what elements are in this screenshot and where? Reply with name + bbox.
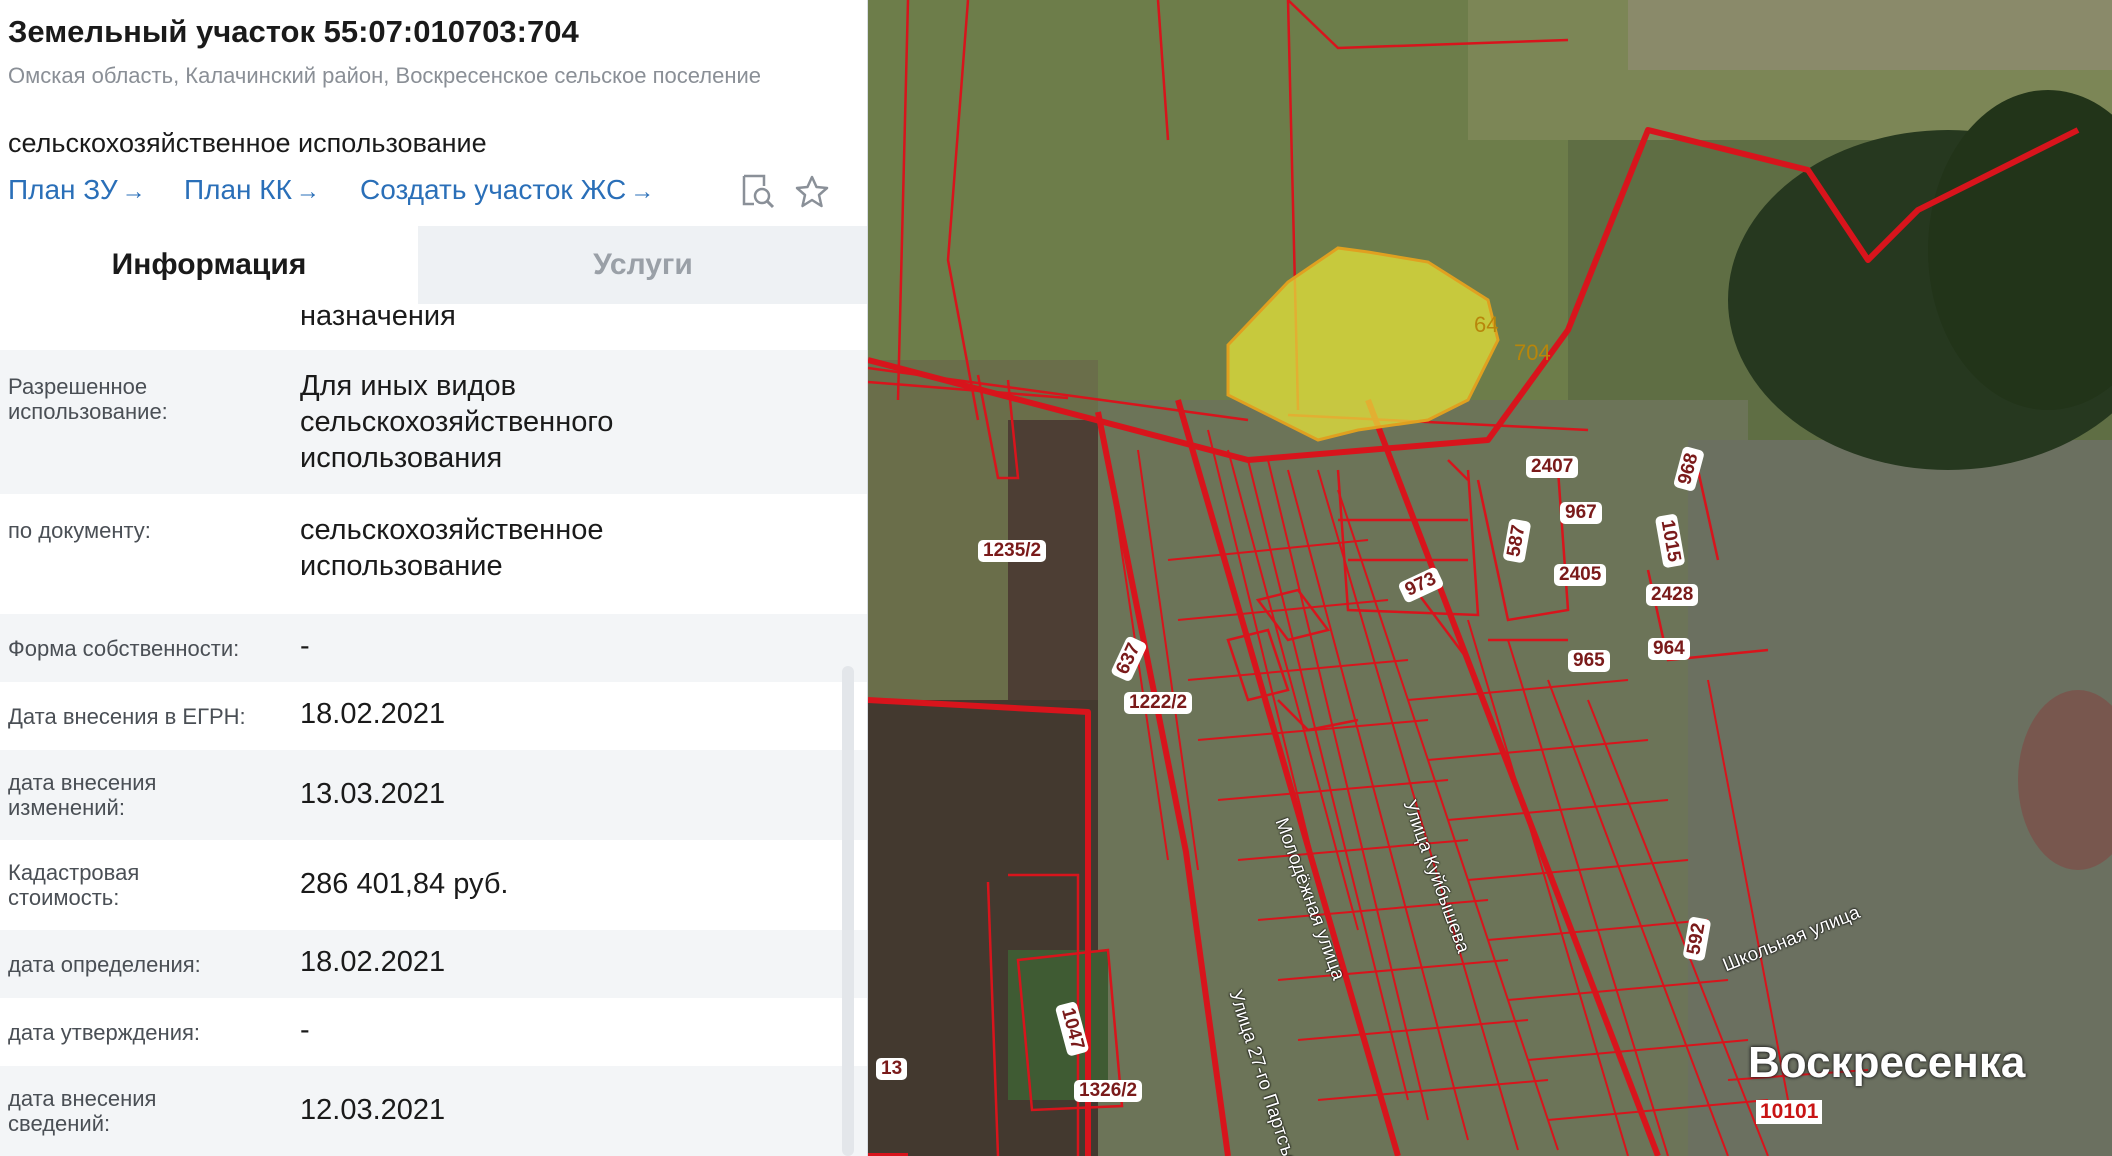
by-document-value: сельскохозяйственное использование — [300, 514, 604, 582]
purpose-value-tail: назначения — [300, 304, 456, 332]
list-item: Дата внесения в ЕГРН: 18.02.2021 — [0, 682, 867, 750]
cadastral-map[interactable]: 64 704 2407 968 967 587 1015 2405 2428 9… — [868, 0, 2112, 1156]
list-item: дата утверждения: - — [0, 998, 867, 1066]
changes-date-label: дата внесения изменений: — [8, 770, 157, 820]
map-label-64: 64 — [1474, 312, 1499, 337]
map-label-1235-2: 1235/2 — [978, 540, 1047, 562]
egrn-date-value: 18.02.2021 — [300, 698, 446, 730]
permitted-use-label: Разрешенное использование: — [8, 374, 168, 424]
arrow-right-icon: → — [630, 178, 655, 205]
list-item: дата внесения изменений: 13.03.2021 — [0, 750, 867, 840]
list-item: дата определения: 18.02.2021 — [0, 930, 867, 998]
map-label-2428: 2428 — [1646, 584, 1699, 606]
arrow-right-icon: → — [295, 178, 320, 205]
map-label-964: 964 — [1648, 638, 1690, 660]
tab-info[interactable]: Информация — [0, 226, 418, 304]
cadastral-cost-label: Кадастровая стоимость: — [8, 860, 140, 910]
ownership-label: Форма собственности: — [8, 636, 240, 661]
map-label-967: 967 — [1560, 502, 1602, 524]
info-date-label: дата внесения сведений: — [8, 1086, 157, 1136]
list-item: Разрешенное использование: Для иных видо… — [0, 350, 867, 494]
map-label-1222-2: 1222/2 — [1124, 692, 1193, 714]
info-panel: Земельный участок 55:07:010703:704 Омска… — [0, 0, 868, 1156]
parcel-title: Земельный участок 55:07:010703:704 — [8, 14, 579, 49]
map-label-2407: 2407 — [1526, 456, 1579, 478]
create-plot-link[interactable]: Создать участок ЖС → — [360, 174, 654, 206]
list-item: дата внесения сведений: 12.03.2021 — [0, 1066, 867, 1156]
approval-date-label: дата утверждения: — [8, 1020, 201, 1045]
star-icon[interactable] — [792, 172, 832, 212]
search-document-icon[interactable] — [738, 172, 778, 212]
scrollbar[interactable] — [842, 666, 854, 1156]
approval-date-value: - — [300, 1014, 310, 1046]
changes-date-value: 13.03.2021 — [300, 778, 446, 810]
by-document-label: по документу: — [8, 518, 151, 543]
info-date-value: 12.03.2021 — [300, 1094, 446, 1126]
cadastral-cost-value: 286 401,84 руб. — [300, 868, 509, 900]
map-label-965: 965 — [1568, 650, 1610, 672]
parcel-category: сельскохозяйственное использование — [8, 128, 487, 158]
list-item: назначения — [0, 304, 867, 350]
tab-services[interactable]: Услуги — [418, 226, 867, 304]
determination-date-label: дата определения: — [8, 952, 201, 977]
parcel-address: Омская область, Калачинский район, Воскр… — [8, 63, 762, 88]
ownership-value: - — [300, 630, 310, 662]
map-canvas — [868, 0, 2112, 1156]
list-item: по документу: сельскохозяйственное испол… — [0, 494, 867, 614]
list-item: Форма собственности: - — [0, 614, 867, 682]
tab-bar: Информация Услуги — [0, 226, 867, 304]
action-links: План ЗУ → План КК → Создать участок ЖС → — [8, 174, 848, 214]
town-code-label: 10101 — [1756, 1100, 1823, 1124]
list-item: Кадастровая стоимость: 286 401,84 руб. — [0, 840, 867, 930]
town-label: Воскресенка — [1748, 1038, 2026, 1087]
determination-date-value: 18.02.2021 — [300, 946, 446, 978]
map-label-704: 704 — [1514, 340, 1551, 365]
map-label-1326-2: 1326/2 — [1074, 1080, 1143, 1102]
info-rows: назначения Разрешенное использование: Дл… — [0, 304, 867, 1156]
plan-kk-link[interactable]: План КК → — [184, 174, 320, 206]
map-label-13: 13 — [876, 1058, 908, 1080]
plan-zu-link[interactable]: План ЗУ → — [8, 174, 146, 206]
arrow-right-icon: → — [121, 178, 146, 205]
map-label-2405: 2405 — [1554, 564, 1607, 586]
egrn-date-label: Дата внесения в ЕГРН: — [8, 704, 246, 729]
permitted-use-value: Для иных видов сельскохозяйственного исп… — [300, 370, 614, 474]
